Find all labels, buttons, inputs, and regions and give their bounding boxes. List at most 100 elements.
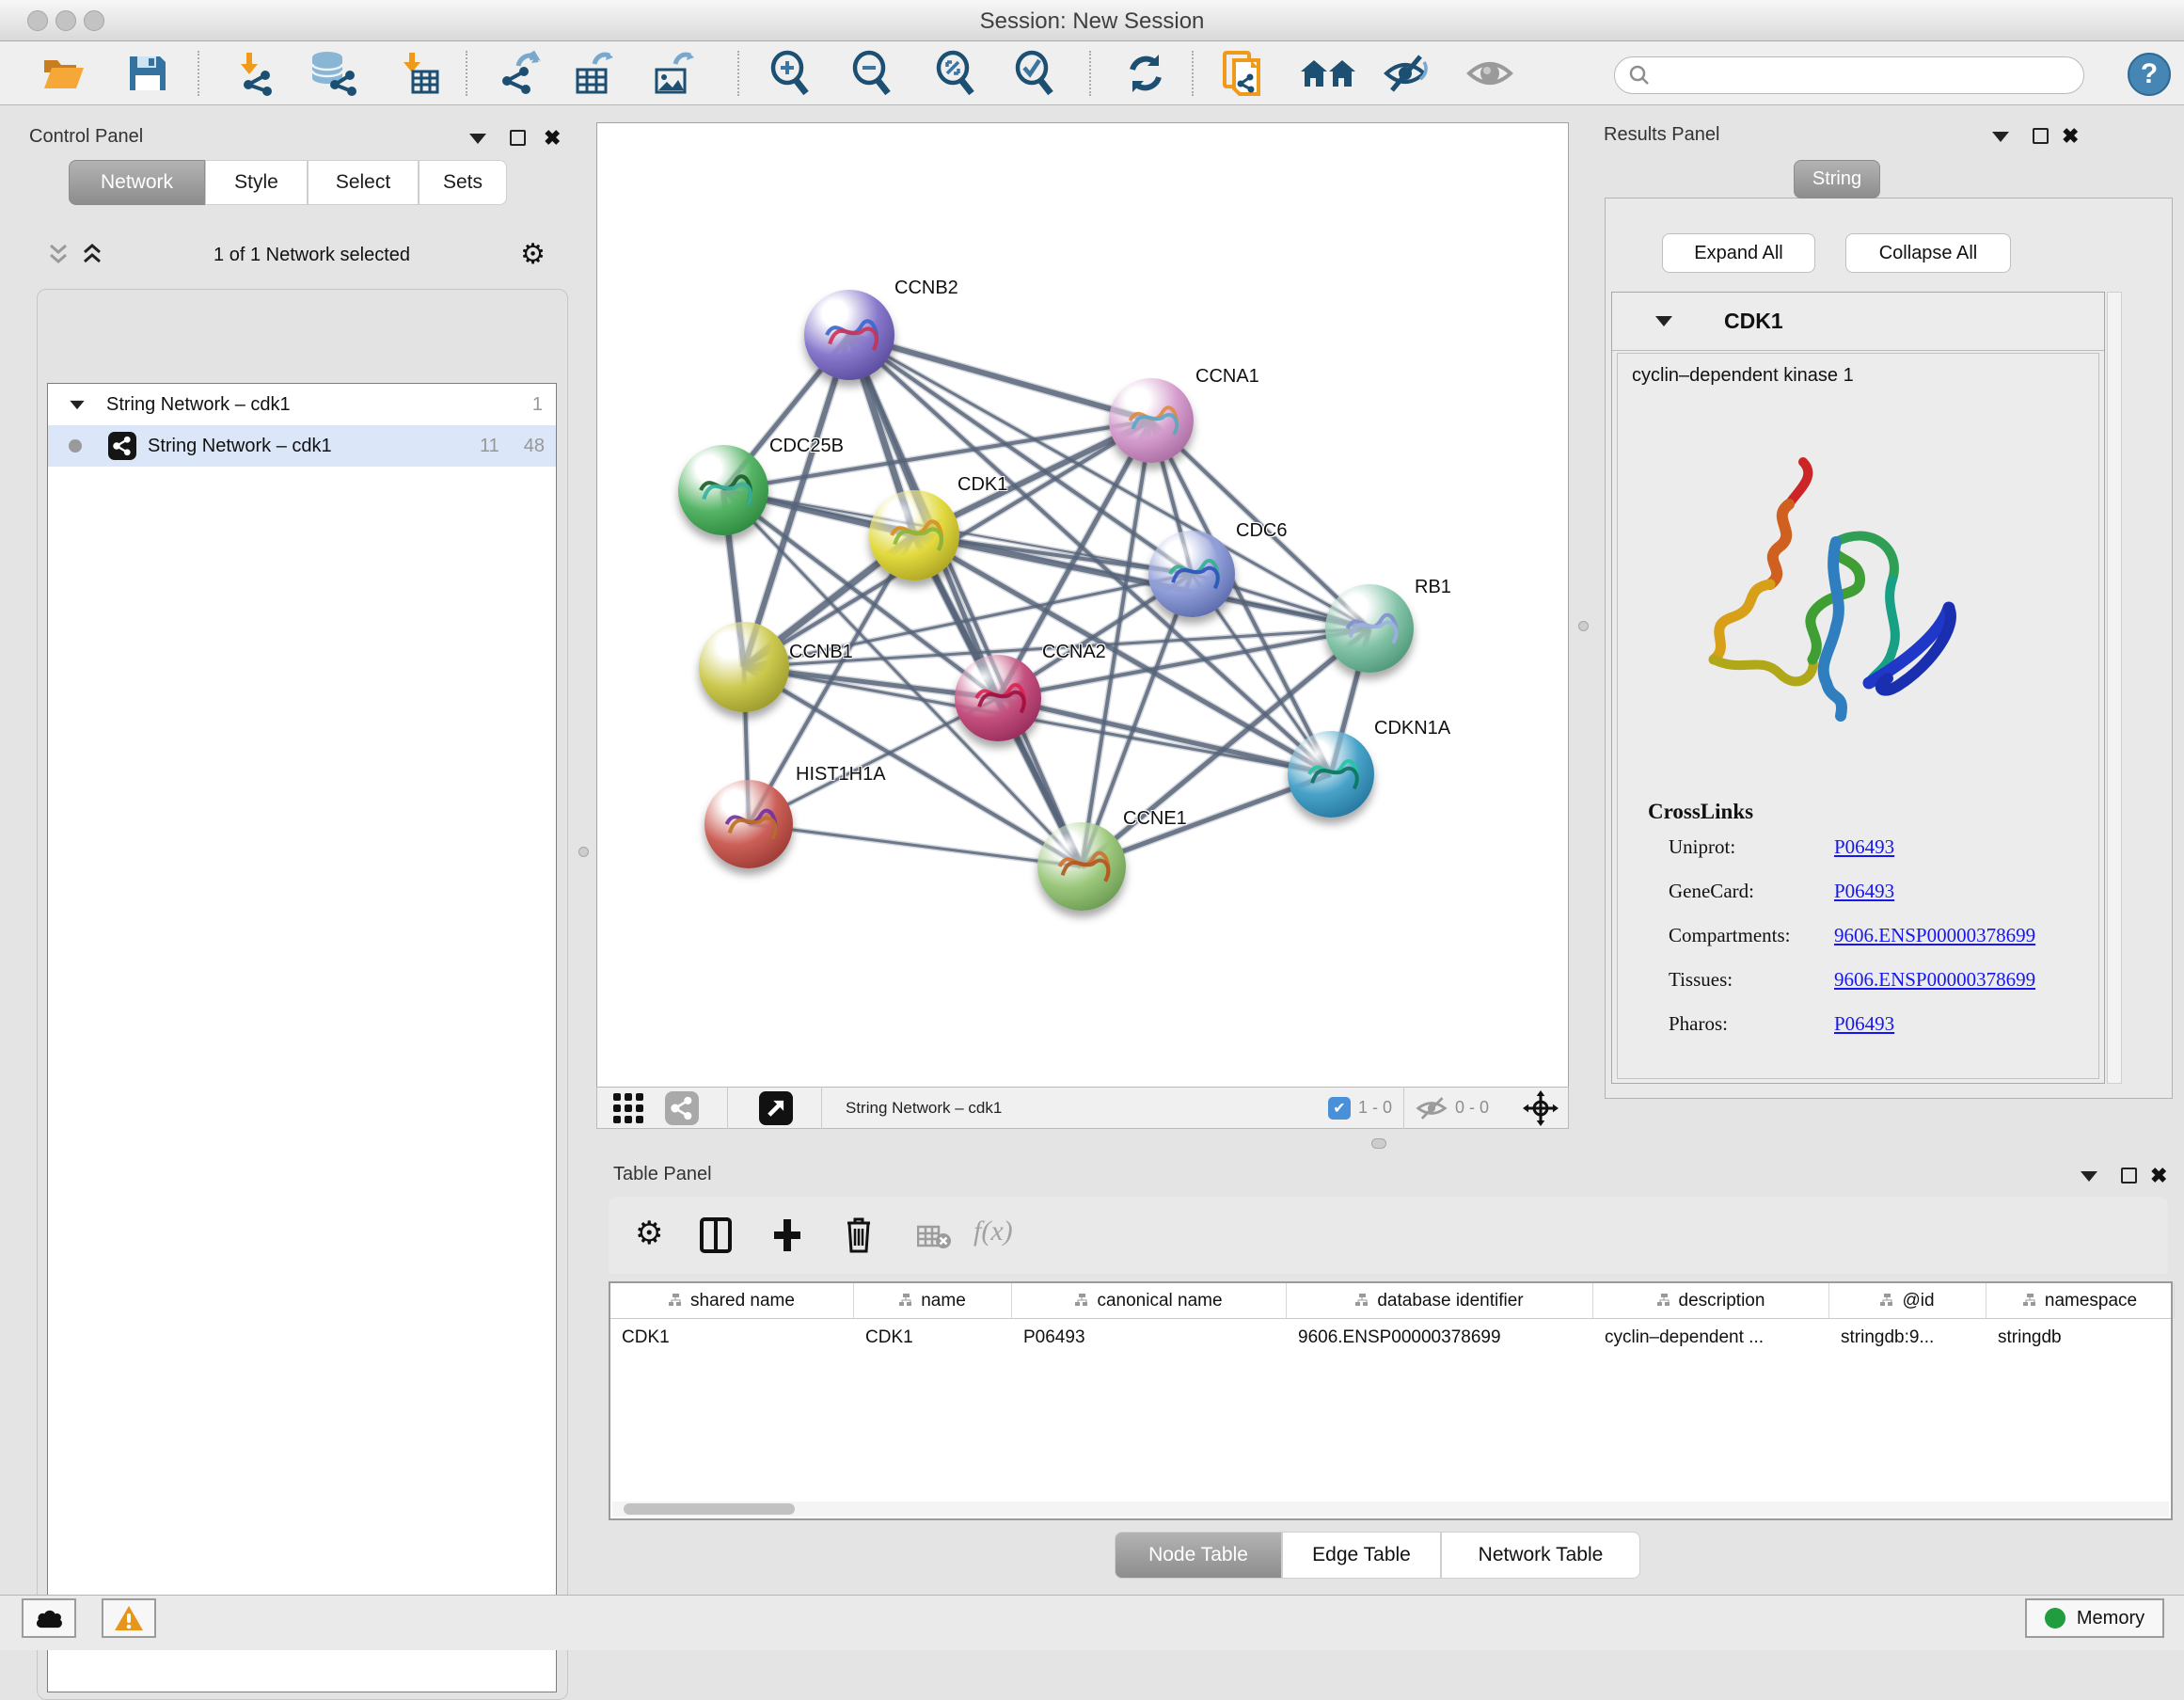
collapse-all-icon[interactable]	[47, 243, 70, 267]
panel-menu-icon[interactable]	[1992, 132, 2009, 142]
column-header-description[interactable]: description	[1593, 1283, 1829, 1318]
protein-thumb-CCNE1	[1037, 822, 1126, 911]
expand-all-button[interactable]: Expand All	[1662, 233, 1815, 273]
crosslink-link[interactable]: P06493	[1834, 835, 1894, 859]
network-share-icon[interactable]	[665, 1091, 699, 1125]
duplicate-network-icon[interactable]	[1219, 51, 1268, 96]
crosslink-link[interactable]: 9606.ENSP00000378699	[1834, 924, 2035, 947]
left-splitter-handle[interactable]	[578, 847, 589, 857]
cell-id[interactable]: stringdb:9...	[1829, 1319, 1986, 1358]
node-CCNA2[interactable]	[955, 655, 1041, 741]
export-image-icon[interactable]	[649, 51, 698, 96]
grid-view-icon[interactable]	[612, 1092, 644, 1124]
node-CCNB2[interactable]	[804, 290, 894, 380]
cell-namespace[interactable]: stringdb	[1986, 1319, 2175, 1358]
node-attribute-table[interactable]: shared namenamecanonical namedatabase id…	[609, 1281, 2173, 1520]
tab-edge-table[interactable]: Edge Table	[1282, 1532, 1441, 1579]
selected-counts: 1 - 0	[1358, 1098, 1392, 1118]
node-CDKN1A[interactable]	[1288, 731, 1374, 818]
network-row[interactable]: String Network – cdk1 11 48	[48, 425, 556, 467]
scrollbar-thumb[interactable]	[624, 1503, 795, 1515]
results-scrollbar[interactable]	[2107, 292, 2122, 1084]
float-panel-icon[interactable]	[510, 130, 526, 146]
tab-style[interactable]: Style	[205, 160, 308, 205]
collection-expander-icon[interactable]	[70, 400, 84, 408]
right-splitter-handle[interactable]	[1578, 621, 1589, 631]
cdk1-entry-header[interactable]: CDK1	[1612, 293, 2104, 351]
tab-node-table[interactable]: Node Table	[1115, 1532, 1282, 1579]
memory-button[interactable]: Memory	[2025, 1598, 2164, 1638]
import-network-file-icon[interactable]	[231, 51, 280, 96]
import-network-database-icon[interactable]	[305, 51, 363, 96]
crosslink-link[interactable]: P06493	[1834, 880, 1894, 903]
expand-all-icon[interactable]	[81, 243, 103, 267]
node-CCNB1[interactable]	[699, 622, 789, 712]
tab-network[interactable]: Network	[69, 160, 205, 205]
zoom-in-icon[interactable]	[766, 51, 815, 96]
tab-string-results[interactable]: String	[1794, 160, 1880, 199]
panel-menu-icon[interactable]	[2081, 1171, 2097, 1182]
node-CCNE1[interactable]	[1037, 822, 1126, 911]
import-table-file-icon[interactable]	[394, 51, 443, 96]
cloud-status-button[interactable]	[22, 1598, 76, 1638]
crosslink-link[interactable]: 9606.ENSP00000378699	[1834, 968, 2035, 992]
hide-selected-eye-icon[interactable]	[1382, 51, 1431, 96]
table-options-gear-icon[interactable]: ⚙	[635, 1219, 663, 1247]
table-data-row[interactable]: CDK1CDK1P064939606.ENSP00000378699cyclin…	[610, 1319, 2171, 1358]
help-button[interactable]: ?	[2128, 53, 2171, 96]
cell-databaseidentifier[interactable]: 9606.ENSP00000378699	[1287, 1319, 1593, 1358]
float-panel-icon[interactable]	[2121, 1168, 2137, 1184]
column-header-name[interactable]: name	[854, 1283, 1012, 1318]
cell-canonicalname[interactable]: P06493	[1012, 1319, 1287, 1358]
column-header-namespace[interactable]: namespace	[1986, 1283, 2175, 1318]
zoom-out-icon[interactable]	[847, 51, 896, 96]
show-eye-icon[interactable]	[1465, 51, 1514, 96]
network-view[interactable]: CCNB2CCNA1CDC25BCDK1CDC6RB1CCNB1CCNA2CDK…	[596, 122, 1569, 1087]
float-panel-icon[interactable]	[2033, 128, 2049, 144]
cell-description[interactable]: cyclin–dependent ...	[1593, 1319, 1829, 1358]
node-CCNA1[interactable]	[1109, 378, 1194, 463]
show-all-apps-icon[interactable]	[1298, 51, 1358, 96]
add-column-icon[interactable]	[770, 1217, 804, 1253]
zoom-fit-icon[interactable]	[931, 51, 980, 96]
column-header-canonicalname[interactable]: canonical name	[1012, 1283, 1287, 1318]
pan-crosshair-icon[interactable]	[1523, 1090, 1559, 1126]
close-panel-icon[interactable]: ✖	[2062, 128, 2079, 144]
save-session-icon[interactable]	[123, 51, 172, 96]
close-panel-icon[interactable]: ✖	[544, 130, 561, 146]
selected-checkbox-icon[interactable]: ✔	[1328, 1097, 1351, 1120]
crosslink-link[interactable]: P06493	[1834, 1012, 1894, 1036]
node-HIST1H1A[interactable]	[704, 780, 793, 868]
refresh-view-icon[interactable]	[1121, 51, 1170, 96]
column-header-databaseidentifier[interactable]: database identifier	[1287, 1283, 1593, 1318]
cell-sharedname[interactable]: CDK1	[610, 1319, 854, 1358]
show-columns-icon[interactable]	[699, 1217, 733, 1253]
node-CDC25B[interactable]	[678, 445, 768, 535]
panel-menu-icon[interactable]	[469, 134, 486, 144]
column-header-id[interactable]: @id	[1829, 1283, 1986, 1318]
network-options-gear-icon[interactable]: ⚙	[520, 241, 546, 269]
search-input[interactable]	[1614, 56, 2084, 94]
node-RB1[interactable]	[1325, 584, 1414, 673]
zoom-selected-icon[interactable]	[1010, 51, 1059, 96]
network-collection-row[interactable]: String Network – cdk1 1	[48, 384, 556, 425]
tab-network-table[interactable]: Network Table	[1441, 1532, 1640, 1579]
tab-sets[interactable]: Sets	[419, 160, 507, 205]
node-CDK1[interactable]	[869, 490, 959, 580]
entry-expander-icon[interactable]	[1655, 316, 1672, 326]
warnings-button[interactable]	[102, 1598, 156, 1638]
cell-name[interactable]: CDK1	[854, 1319, 1012, 1358]
table-horizontal-scrollbar[interactable]	[612, 1501, 2169, 1517]
column-header-sharedname[interactable]: shared name	[610, 1283, 854, 1318]
delete-column-icon[interactable]	[842, 1215, 876, 1253]
collapse-all-button[interactable]: Collapse All	[1845, 233, 2011, 273]
tab-select[interactable]: Select	[308, 160, 419, 205]
close-panel-icon[interactable]: ✖	[2150, 1168, 2167, 1184]
node-CDC6[interactable]	[1148, 531, 1235, 617]
export-table-icon[interactable]	[570, 51, 619, 96]
hidden-eye-icon[interactable]	[1416, 1095, 1448, 1121]
bottom-splitter-handle[interactable]	[1371, 1138, 1386, 1149]
export-network-icon[interactable]	[496, 51, 545, 96]
open-in-window-icon[interactable]	[759, 1091, 793, 1125]
open-session-icon[interactable]	[39, 51, 87, 96]
